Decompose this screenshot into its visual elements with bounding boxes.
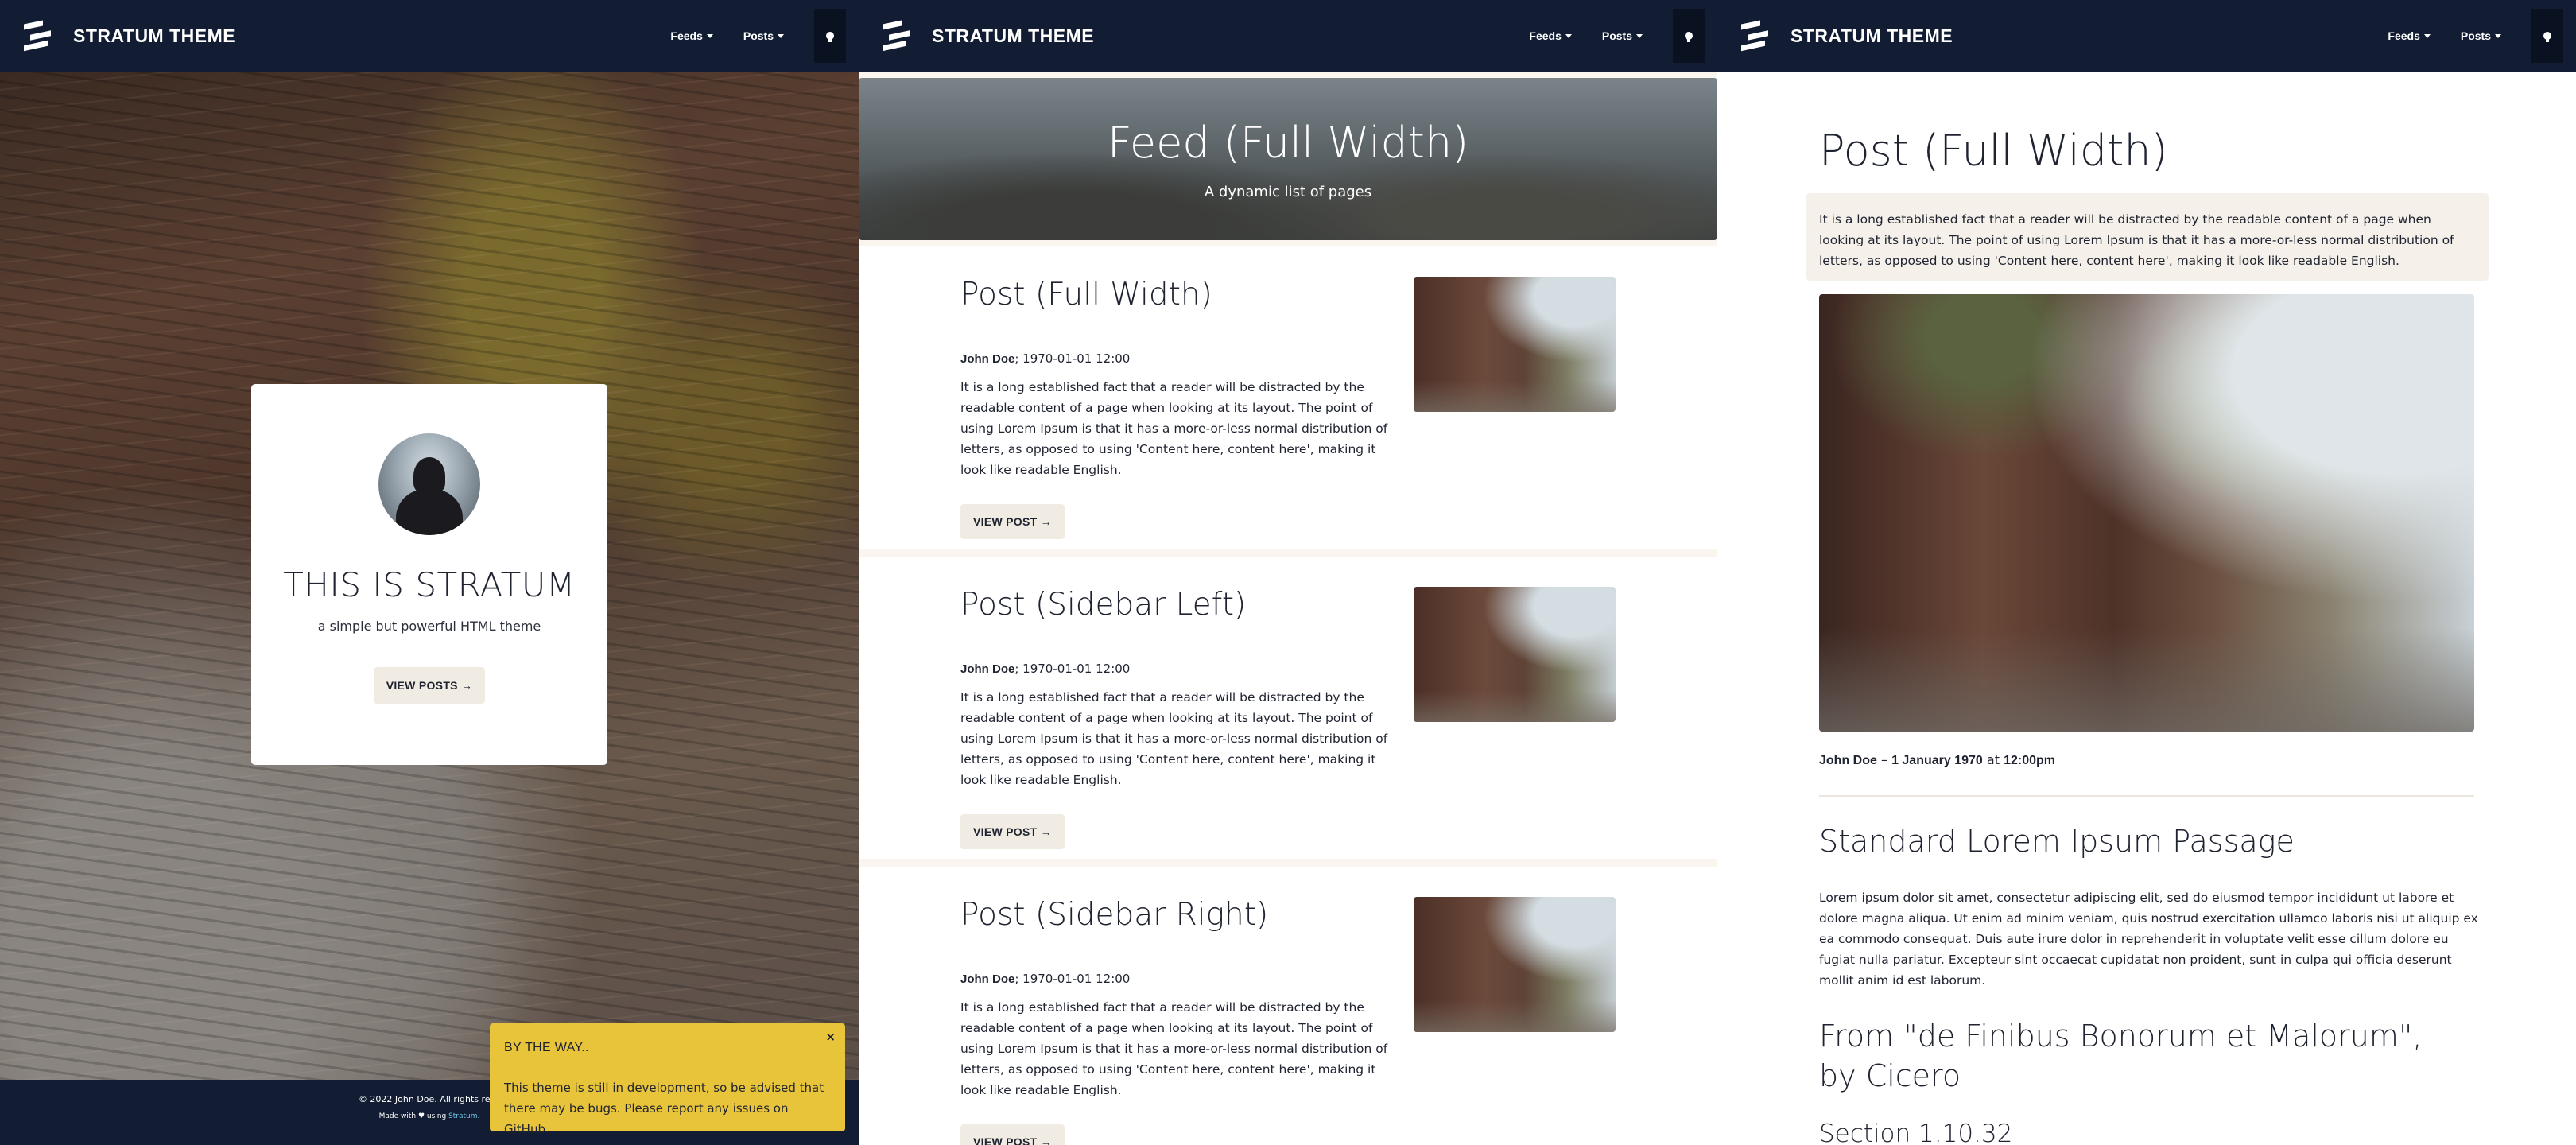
feed-subtitle: A dynamic list of pages — [1204, 184, 1372, 200]
post-at: at — [1982, 752, 2004, 767]
divider — [1819, 795, 2474, 797]
nav-feeds-dropdown[interactable]: Feeds — [2388, 29, 2431, 42]
nav-brand[interactable]: STRATUM THEME — [932, 25, 1529, 47]
lightbulb-icon — [2543, 32, 2551, 42]
lightbulb-icon — [826, 32, 834, 42]
theme-toggle-button[interactable] — [2531, 9, 2563, 63]
view-post-button[interactable]: VIEW POST → — [960, 504, 1065, 539]
post-author: John Doe — [960, 662, 1015, 676]
post-thumbnail[interactable] — [1414, 277, 1616, 412]
nav-feeds-label: Feeds — [670, 29, 703, 42]
caret-down-icon — [2495, 33, 2501, 38]
post-card: Post (Full Width) John Doe; 1970-01-01 1… — [859, 246, 1717, 549]
post-page-title: Post (Full Width) — [1819, 126, 2168, 176]
stratum-logo-icon[interactable] — [24, 20, 51, 52]
nav-feeds-dropdown[interactable]: Feeds — [1529, 29, 1572, 42]
nav-posts-label: Posts — [743, 29, 774, 42]
post-title[interactable]: Post (Sidebar Right) — [960, 897, 1268, 933]
footer-made-prefix: Made with ♥ using — [378, 1112, 447, 1120]
feed-header: Feed (Full Width) A dynamic list of page… — [859, 78, 1717, 240]
subsection-heading: Section 1.10.32 — [1819, 1120, 2013, 1145]
post-author: John Doe — [960, 352, 1015, 366]
nav-feeds-label: Feeds — [1529, 29, 1562, 42]
post-card: Post (Sidebar Right) John Doe; 1970-01-0… — [859, 867, 1717, 1145]
view-post-button[interactable]: VIEW POST → — [960, 1124, 1065, 1145]
section-heading: Standard Lorem Ipsum Passage — [1819, 824, 2295, 859]
hero-card: THIS IS STRATUM a simple but powerful HT… — [251, 384, 607, 765]
nav-posts-dropdown[interactable]: Posts — [1602, 29, 1643, 42]
dev-notice-toast: BY THE WAY.. This theme is still in deve… — [490, 1023, 845, 1136]
caret-down-icon — [1636, 33, 1643, 38]
section-heading: From "de Finibus Bonorum et Malorum", by… — [1819, 1019, 2423, 1093]
hero-subtitle: a simple but powerful HTML theme — [317, 619, 541, 634]
feed-panel: STRATUM THEME Feeds Posts Feed (Full Wid… — [859, 0, 1717, 1145]
nav-feeds-label: Feeds — [2388, 29, 2420, 42]
post-date: 1 January 1970 — [1891, 754, 1983, 767]
post-time: 12:00pm — [2004, 754, 2055, 767]
post-meta: John Doe; 1970-01-01 12:00 — [960, 972, 1130, 986]
navbar: STRATUM THEME Feeds Posts — [1717, 0, 2576, 72]
theme-toggle-button[interactable] — [814, 9, 846, 63]
post-excerpt: It is a long established fact that a rea… — [960, 690, 1388, 787]
navbar: STRATUM THEME Feeds Posts — [0, 0, 859, 72]
post-feature-image — [1819, 294, 2474, 732]
notice-text: This theme is still in development, so b… — [504, 1081, 824, 1136]
post-card: Post (Sidebar Left) John Doe; 1970-01-01… — [859, 557, 1717, 859]
nav-menu: Feeds Posts — [1529, 29, 1673, 42]
avatar — [378, 433, 480, 535]
caret-down-icon — [706, 33, 713, 38]
nav-menu: Feeds Posts — [2388, 29, 2531, 42]
post-lead: It is a long established fact that a rea… — [1806, 193, 2489, 281]
view-post-button[interactable]: VIEW POST → — [960, 814, 1065, 849]
nav-posts-label: Posts — [1601, 29, 1632, 42]
section-body: Lorem ipsum dolor sit amet, consectetur … — [1819, 891, 2478, 988]
post-date: ; 1970-01-01 12:00 — [1014, 351, 1131, 366]
post-meta: John Doe; 1970-01-01 12:00 — [960, 662, 1130, 676]
feed-title: Feed (Full Width) — [1107, 118, 1469, 168]
nav-brand[interactable]: STRATUM THEME — [1790, 25, 2388, 47]
post-author: John Doe — [960, 972, 1015, 986]
nav-posts-dropdown[interactable]: Posts — [743, 29, 784, 42]
post-thumbnail[interactable] — [1414, 587, 1616, 722]
caret-down-icon — [2423, 33, 2431, 38]
notice-title: BY THE WAY.. — [504, 1041, 589, 1054]
navbar: STRATUM THEME Feeds Posts — [859, 0, 1717, 72]
stratum-logo-icon[interactable] — [1741, 20, 1768, 52]
post-date: ; 1970-01-01 12:00 — [1014, 972, 1131, 986]
nav-feeds-dropdown[interactable]: Feeds — [670, 29, 713, 42]
theme-toggle-button[interactable] — [1673, 9, 1705, 63]
view-posts-button[interactable]: VIEW POSTS → — [373, 667, 486, 704]
post-byline: John Doe – 1 January 1970 at 12:00pm — [1819, 752, 2055, 768]
post-excerpt: It is a long established fact that a rea… — [960, 1000, 1388, 1097]
post-thumbnail[interactable] — [1414, 897, 1616, 1032]
hero-title: THIS IS STRATUM — [283, 565, 576, 604]
nav-brand[interactable]: STRATUM THEME — [73, 25, 670, 47]
post-excerpt: It is a long established fact that a rea… — [960, 380, 1388, 477]
post-panel: STRATUM THEME Feeds Posts Post (Full Wid… — [1717, 0, 2576, 1145]
post-meta: John Doe; 1970-01-01 12:00 — [960, 351, 1130, 366]
nav-posts-label: Posts — [2460, 29, 2491, 42]
close-icon[interactable]: × — [825, 1030, 836, 1044]
post-title[interactable]: Post (Sidebar Left) — [960, 587, 1246, 623]
stratum-logo-icon[interactable] — [883, 20, 910, 52]
home-panel: STRATUM THEME Feeds Posts THIS IS STRATU… — [0, 0, 859, 1145]
post-date-sep: – — [1876, 752, 1892, 767]
post-author: John Doe — [1819, 754, 1877, 767]
post-title[interactable]: Post (Full Width) — [960, 277, 1212, 312]
nav-menu: Feeds Posts — [670, 29, 814, 42]
footer-stratum-link[interactable]: Stratum. — [448, 1112, 479, 1120]
nav-posts-dropdown[interactable]: Posts — [2461, 29, 2501, 42]
caret-down-icon — [778, 33, 784, 38]
post-date: ; 1970-01-01 12:00 — [1014, 662, 1131, 676]
lightbulb-icon — [1685, 32, 1693, 42]
caret-down-icon — [1565, 33, 1572, 38]
